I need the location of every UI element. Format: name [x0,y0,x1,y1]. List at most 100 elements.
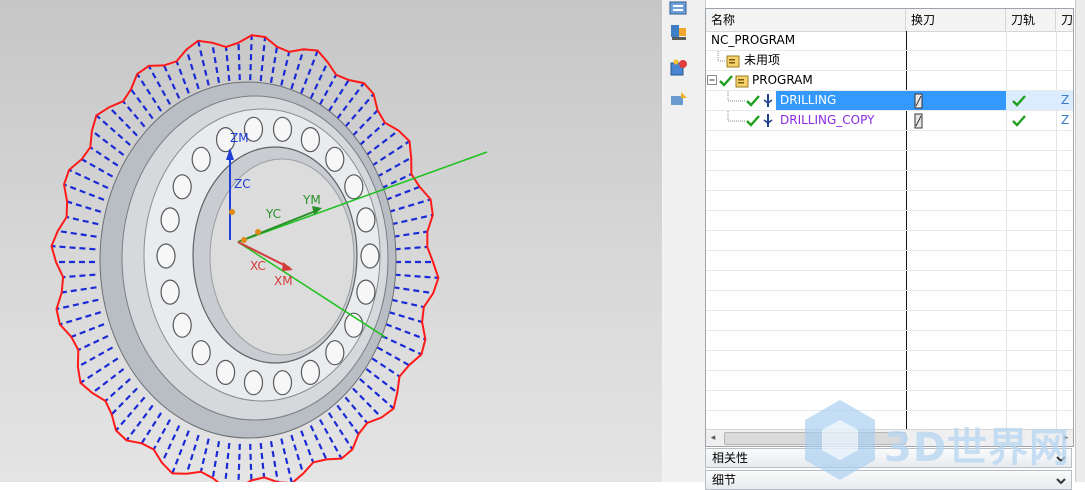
toolpath-segment [115,396,146,432]
toolpath-segment [269,441,279,482]
tree-row-unused[interactable]: 未用项 [706,51,1073,71]
hole [160,207,180,233]
chevron-down-icon[interactable] [1055,453,1067,465]
navigator-icon[interactable] [668,0,690,20]
panel-details-title: 细节 [712,473,737,487]
toolpath-segment [381,335,422,356]
toolpath-segment [59,311,102,326]
empty-row [706,371,1073,391]
scroll-thumb[interactable] [724,432,906,445]
toolpath-segment [89,146,119,167]
toolpath-segment [63,273,96,279]
tree-connector [727,111,746,122]
toolpath-segment [259,442,266,478]
program-group-icon [735,75,749,88]
column-header-toolchange[interactable]: 换刀 [906,9,1006,31]
hole [172,174,192,200]
toolpath-segment [57,229,97,238]
toolpath-segment [70,323,105,338]
toolpath-segment [376,156,412,178]
toolpath-segment [319,74,338,105]
geometry-icon[interactable] [668,58,690,78]
row-label: NC_PROGRAM [711,33,796,47]
tool-icon [914,93,923,109]
machine-tool-icon[interactable] [668,22,690,42]
empty-row [706,411,1073,431]
hole [160,279,180,305]
toolpath-segment [388,198,431,213]
empty-row [706,251,1073,271]
empty-row [706,151,1073,171]
path-check-icon [1012,95,1026,107]
empty-row [706,171,1073,191]
tree-row-drilling[interactable]: DRILLING Z [706,91,1073,111]
toolpath-segment [393,286,434,295]
empty-row [706,351,1073,371]
toolpath-segment [175,60,190,94]
hole [360,243,380,269]
panel-details[interactable]: 细节 [705,470,1072,490]
toolpath-segment [224,442,231,482]
hole [325,340,345,366]
collapse-icon[interactable] [707,75,718,86]
toolpath-segment [394,273,439,279]
toolpath-segment [224,46,231,82]
toolpath-segment [81,158,114,178]
tree-row-program[interactable]: PROGRAM [706,71,1073,91]
empty-row [706,391,1073,411]
empty-row [706,231,1073,251]
toolpath-segment [371,357,401,378]
hole [344,174,364,200]
check-icon [719,75,733,87]
method-icon[interactable] [668,90,690,110]
path-check-icon [1012,115,1026,127]
operation-navigator: 名称 换刀 刀轨 刀 NC_PROGRAM 未用项 PROGRAM DRILLI… [705,8,1074,447]
column-header-name[interactable]: 名称 [706,9,906,31]
toolpath-segment [385,323,426,341]
empty-row [706,211,1073,231]
hole [172,312,192,338]
axis-label-zc: ZC [234,177,251,191]
toolpath-segment [199,438,210,473]
part-model: ZM ZC YC YM XC XM [50,34,488,482]
chevron-down-icon[interactable] [1055,475,1067,487]
hole [300,127,320,153]
scroll-right-icon[interactable]: ▸ [1061,433,1071,443]
toolpath-segment [163,64,181,99]
axis-label-ym: YM [302,193,321,207]
toolpath-segment [68,168,109,189]
panel-related[interactable]: 相关性 [705,448,1072,468]
toolpath-segment [63,183,105,201]
hole [356,207,376,233]
graphics-viewport[interactable]: ZM ZC YC YM XC XM [0,0,662,482]
hole [272,116,293,142]
scroll-left-icon[interactable]: ◂ [708,433,718,443]
column-header-path[interactable]: 刀轨 [1006,9,1056,31]
horizontal-scrollbar[interactable]: ◂ ▸ [706,429,1073,446]
toolpath-segment [104,378,131,402]
empty-row [706,311,1073,331]
toolpath-segment [290,48,305,90]
toolpath-segment [51,245,96,251]
hole [325,146,345,172]
empty-row [706,131,1073,151]
toolpath-segment [393,230,428,238]
toolpath-segment [259,36,267,82]
toolpath-segment [61,286,97,294]
column-header-tool[interactable]: 刀 [1056,9,1073,31]
drill-operation-icon [763,114,773,127]
toolpath-segment [95,114,131,146]
tree-row-drilling-copy[interactable]: DRILLING_COPY Z [706,111,1073,131]
toolpath-segment [300,430,315,463]
hole [356,279,376,305]
axis-label-yc: YC [265,207,281,221]
toolpath-segment [344,93,375,128]
empty-row [706,191,1073,211]
tree-row-nc-program[interactable]: NC_PROGRAM [706,31,1073,51]
toolpath-segment [185,434,200,475]
tree-connector [727,91,746,102]
toolpath-segment [77,346,114,368]
program-group-icon [726,55,740,68]
row-tool-cell: Z [1061,113,1070,127]
hole [191,146,211,172]
